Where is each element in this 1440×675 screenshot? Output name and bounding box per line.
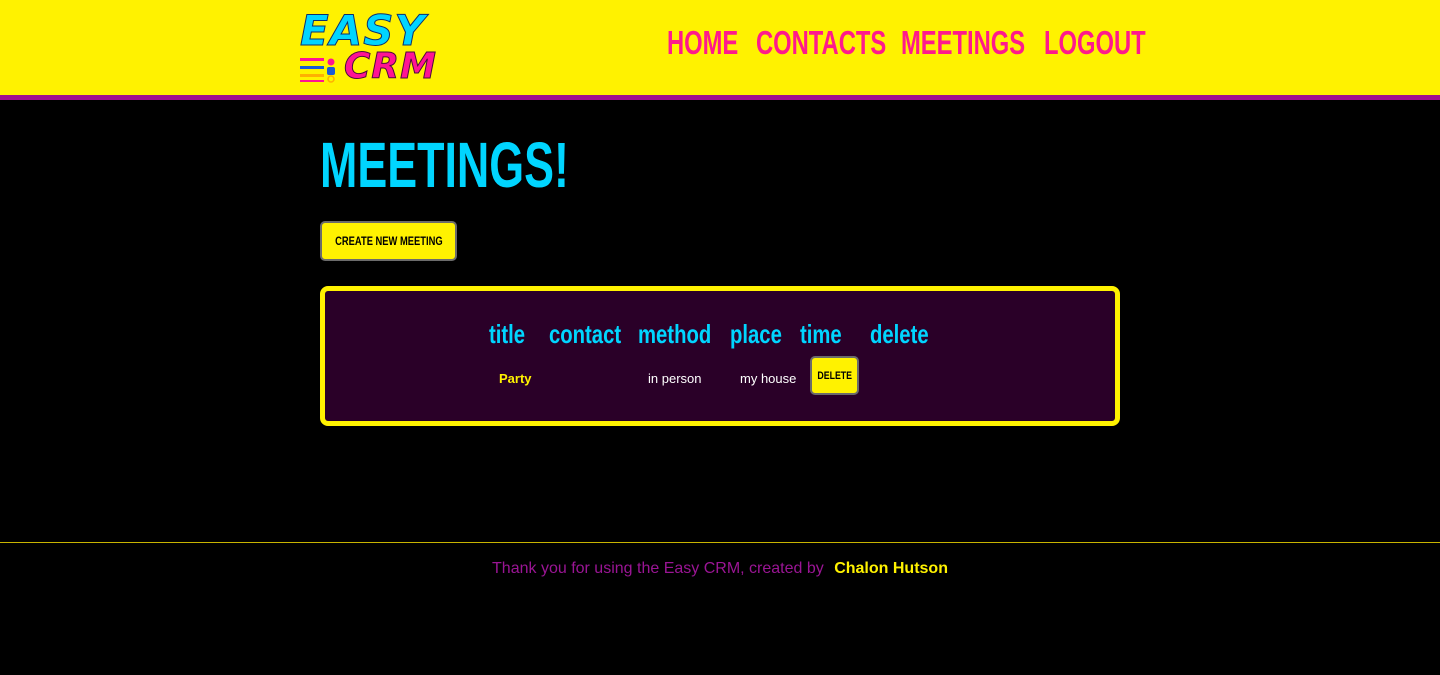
- footer-author-link[interactable]: Chalon Hutson: [834, 560, 948, 577]
- contact-list-icon: [300, 58, 335, 83]
- column-header-time: time: [800, 319, 842, 349]
- footer-credit: Thank you for using the Easy CRM, create…: [0, 560, 1440, 578]
- meeting-title-cell: Party: [499, 371, 532, 386]
- column-header-place: place: [730, 319, 782, 349]
- nav-meetings-link[interactable]: MEETINGS: [901, 24, 1025, 62]
- meeting-place-cell: my house: [740, 371, 797, 386]
- nav-contacts-link[interactable]: CONTACTS: [756, 24, 886, 62]
- main-nav: HOME CONTACTS MEETINGS LOGOUT: [667, 24, 1146, 62]
- column-header-method: method: [638, 319, 712, 349]
- create-new-meeting-label: CREATE NEW MEETING: [334, 234, 443, 248]
- site-footer: Thank you for using the Easy CRM, create…: [0, 542, 1440, 675]
- easy-crm-logo[interactable]: EASY CRM: [300, 9, 442, 87]
- nav-home-link[interactable]: HOME: [667, 24, 738, 62]
- nav-logout-link[interactable]: LOGOUT: [1044, 24, 1146, 62]
- page-title: MEETINGS!: [320, 129, 569, 201]
- column-header-delete: delete: [870, 319, 929, 349]
- column-header-contact: contact: [549, 319, 622, 349]
- delete-meeting-button[interactable]: DELETE: [810, 356, 859, 395]
- footer-thanks-text: Thank you for using the Easy CRM, create…: [492, 560, 824, 577]
- create-new-meeting-button[interactable]: CREATE NEW MEETING: [320, 221, 457, 261]
- site-header: EASY CRM HOME CONTACTS MEETINGS LOGOUT: [0, 0, 1440, 100]
- logo-text-crm: CRM: [344, 46, 437, 87]
- column-header-title: title: [489, 319, 526, 349]
- meetings-table: title contact method place time delete P…: [320, 286, 1120, 426]
- delete-meeting-label: DELETE: [817, 369, 852, 382]
- meeting-method-cell: in person: [648, 371, 702, 386]
